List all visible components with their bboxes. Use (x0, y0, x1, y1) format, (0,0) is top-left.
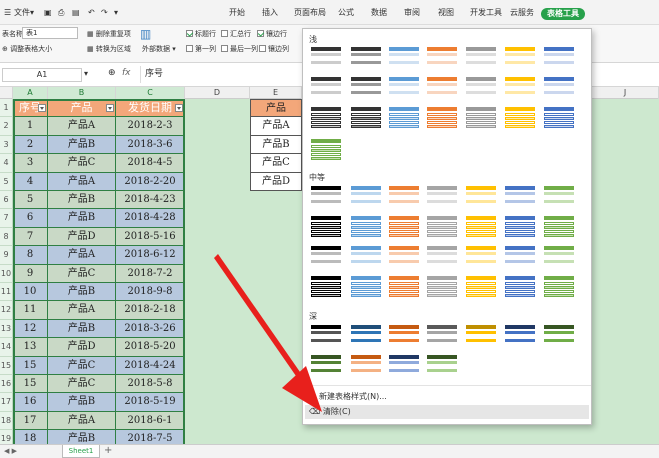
spreadsheet-app: ☰ 文件 ▾ ▣ ⎙ ▤ ↶ ↷ ▾ 开始 插入 页面布局 公式 数据 审阅 视… (0, 0, 659, 458)
arrow-shaft (214, 254, 300, 376)
arrow-head (282, 366, 322, 412)
red-arrow-annotation (214, 254, 322, 412)
